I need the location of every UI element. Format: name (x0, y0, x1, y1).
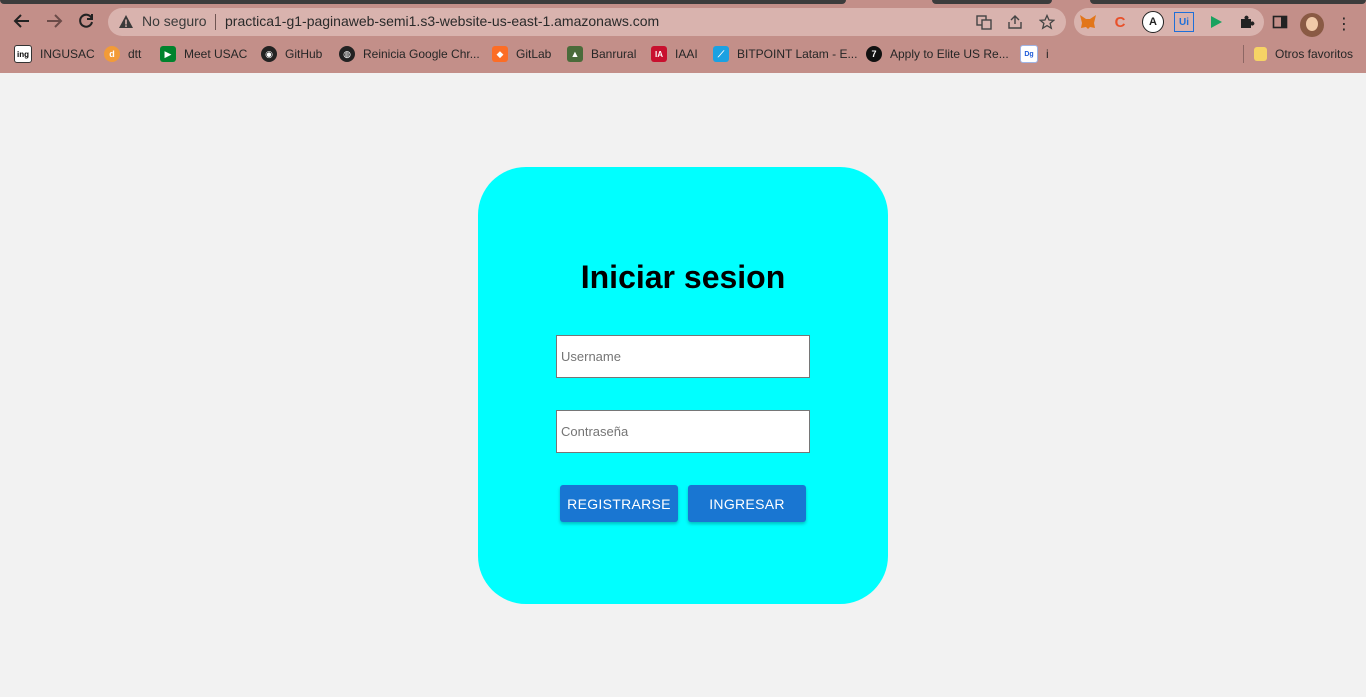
extensions-puzzle-icon[interactable] (1237, 12, 1257, 32)
login-card: Iniciar sesion REGISTRARSE INGRESAR (478, 167, 888, 604)
password-input[interactable] (556, 410, 810, 453)
ing-icon: ing (14, 45, 32, 63)
bookmark-reinicia[interactable]: ◍ Reinicia Google Chr... (339, 42, 480, 66)
iaai-icon: IA (651, 46, 667, 62)
bookmark-label: Reinicia Google Chr... (363, 47, 480, 61)
bookmark-dtt[interactable]: d dtt (104, 42, 141, 66)
dg-icon: Dg (1020, 45, 1038, 63)
bookmark-label: GitLab (516, 47, 552, 61)
dtt-icon: d (104, 46, 120, 62)
play-icon[interactable] (1206, 12, 1226, 32)
a-icon[interactable]: A (1142, 11, 1164, 33)
side-panel-icon[interactable] (1270, 12, 1290, 32)
username-input[interactable] (556, 335, 810, 378)
register-button[interactable]: REGISTRARSE (560, 485, 678, 522)
chrome-menu-icon[interactable]: ⋮ (1336, 14, 1352, 34)
github-icon: ◉ (261, 46, 277, 62)
bookmark-github[interactable]: ◉ GitHub (261, 42, 322, 66)
bookmark-apply-elite[interactable]: 7 Apply to Elite US Re... (866, 42, 1009, 66)
security-label[interactable]: No seguro (142, 13, 207, 29)
bookmark-label: Apply to Elite US Re... (890, 47, 1009, 61)
ui-icon[interactable]: Ui (1174, 12, 1194, 32)
bookmark-label: Meet USAC (184, 47, 248, 61)
bookmark-bitpoint[interactable]: ⟋ BITPOINT Latam - E... (713, 42, 857, 66)
bookmark-banrural[interactable]: ▲ Banrural (567, 42, 636, 66)
share-icon[interactable] (1005, 12, 1025, 32)
browser-toolbar: No seguro practica1-g1-paginaweb-semi1.s… (0, 4, 1366, 40)
reload-icon (79, 13, 93, 28)
other-bookmarks-label: Otros favoritos (1275, 47, 1354, 61)
login-title: Iniciar sesion (580, 259, 786, 295)
address-bar[interactable]: No seguro practica1-g1-paginaweb-semi1.s… (108, 8, 1066, 36)
bookmark-label: i (1046, 47, 1049, 61)
bookmark-label: dtt (128, 47, 142, 61)
gitlab-icon: ◆ (492, 46, 508, 62)
profile-avatar[interactable] (1300, 13, 1324, 37)
bookmark-meet-usac[interactable]: ▶ Meet USAC (160, 42, 247, 66)
bookmark-iaai[interactable]: IA IAAI (651, 42, 698, 66)
bitpoint-icon: ⟋ (713, 46, 729, 62)
metamask-icon[interactable] (1078, 12, 1098, 32)
bookmarks-bar: ing INGUSAC d dtt ▶ Meet USAC ◉ GitHub ◍… (0, 42, 1366, 66)
back-button[interactable] (8, 7, 36, 35)
back-arrow-icon (13, 14, 29, 28)
bookmark-label: Banrural (591, 47, 637, 61)
forward-arrow-icon (47, 14, 63, 28)
bookmark-label: IAAI (675, 47, 698, 61)
meet-icon: ▶ (160, 46, 176, 62)
bookmark-i[interactable]: Dg i (1020, 42, 1049, 66)
forward-button[interactable] (40, 7, 68, 35)
seven-icon: 7 (866, 46, 882, 62)
bookmark-star-icon[interactable] (1037, 12, 1057, 32)
other-bookmarks-folder[interactable]: Otros favoritos (1254, 42, 1353, 66)
bookmark-gitlab[interactable]: ◆ GitLab (492, 42, 551, 66)
warning-icon[interactable] (118, 14, 134, 30)
bookmark-ingusac[interactable]: ing INGUSAC (14, 42, 95, 66)
url-text[interactable]: practica1-g1-paginaweb-semi1.s3-website-… (225, 13, 659, 29)
bookmark-label: BITPOINT Latam - E... (737, 47, 858, 61)
banrural-icon: ▲ (567, 46, 583, 62)
globe-icon: ◍ (339, 46, 355, 62)
login-button[interactable]: INGRESAR (688, 485, 806, 522)
browser-chrome: No seguro practica1-g1-paginaweb-semi1.s… (0, 0, 1366, 73)
bookmarks-separator (1243, 45, 1244, 63)
translate-icon[interactable] (974, 12, 994, 32)
c-icon[interactable]: C (1110, 12, 1130, 32)
bookmark-label: INGUSAC (40, 47, 95, 61)
omnibox-divider (215, 14, 216, 30)
reload-button[interactable] (72, 7, 100, 35)
bookmark-label: GitHub (285, 47, 323, 61)
extensions-group: C A Ui (1074, 8, 1264, 36)
folder-icon (1254, 47, 1267, 61)
